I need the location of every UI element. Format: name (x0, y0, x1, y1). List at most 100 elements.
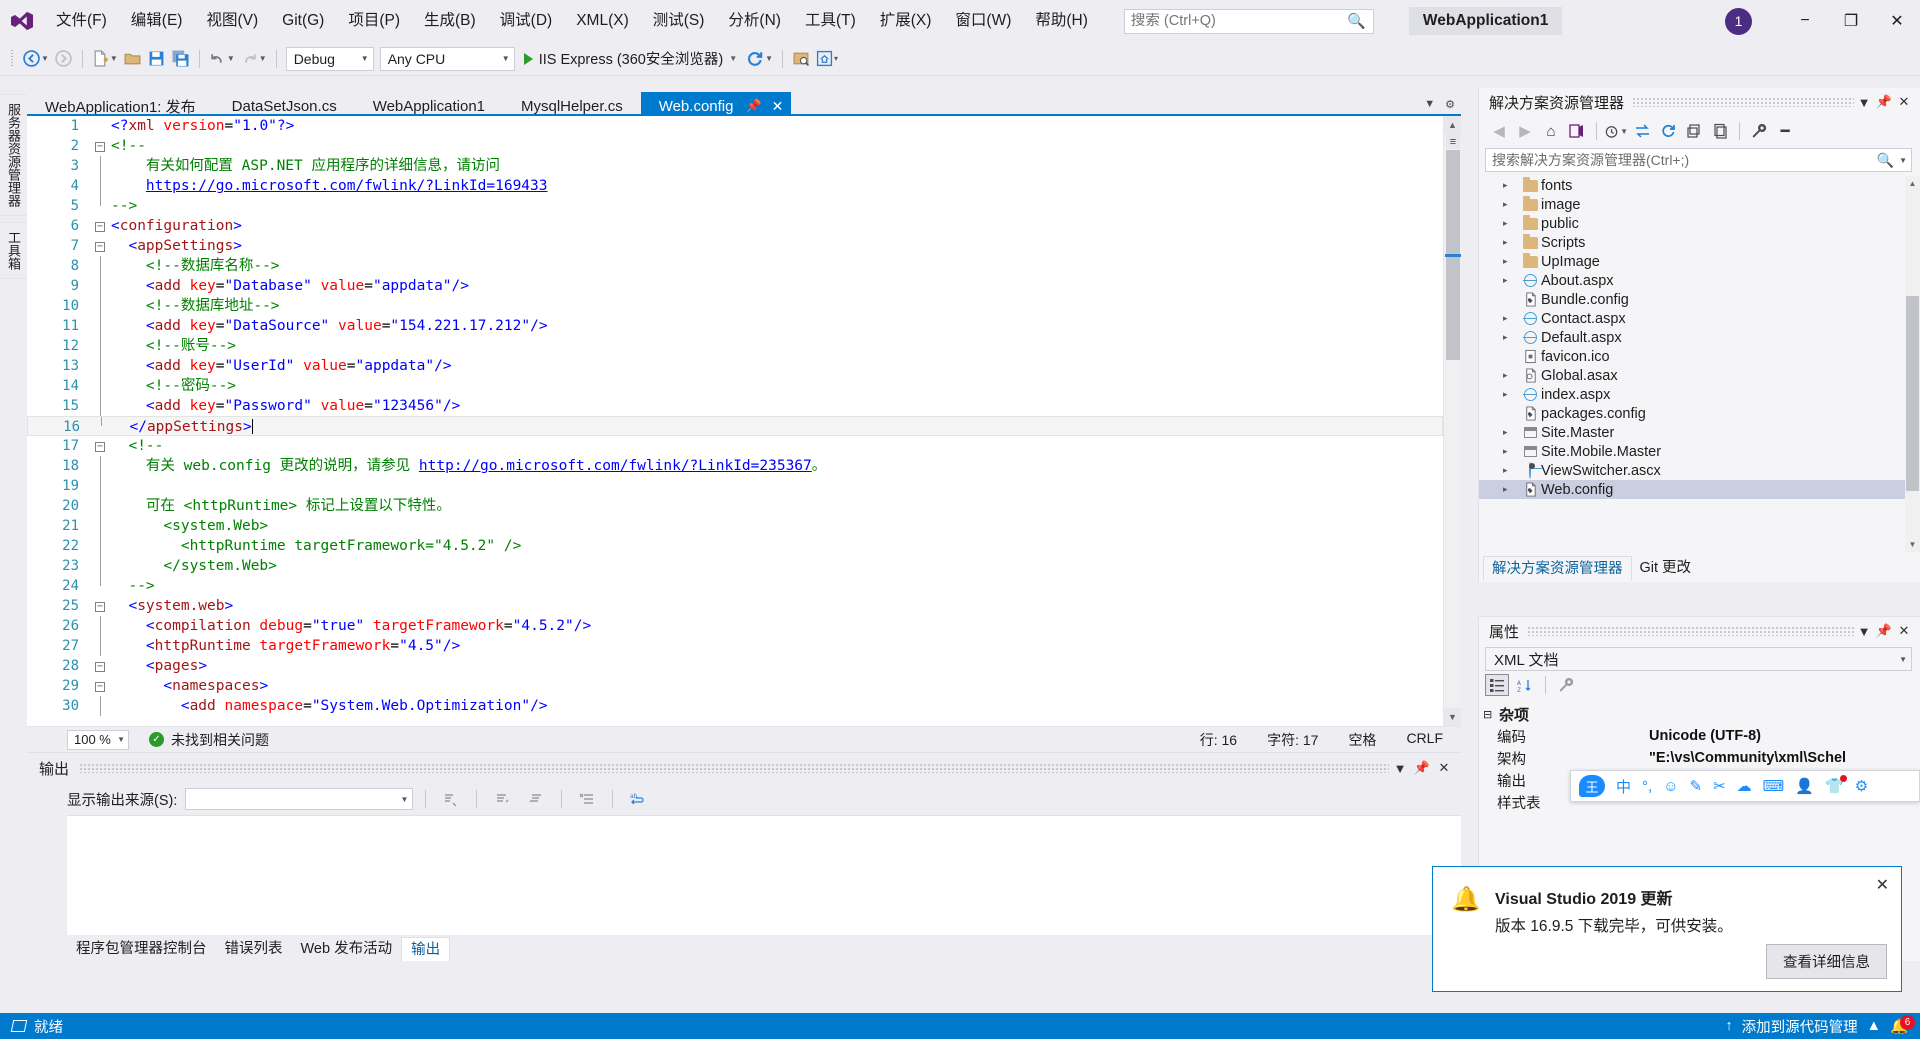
chevron-right-icon[interactable]: ▸ (1503, 332, 1519, 343)
tree-item-site-mobile-master[interactable]: ▸Site.Mobile.Master (1479, 442, 1920, 461)
menu-xml[interactable]: XML(X) (564, 0, 641, 42)
fold-collapse-icon[interactable]: − (89, 236, 111, 256)
undo-icon[interactable]: ▼ (206, 46, 238, 72)
scrollbar-options-icon[interactable]: ≡ (1446, 134, 1460, 149)
chevron-down-icon[interactable]: ▼ (1389, 761, 1411, 776)
code-line[interactable]: 10 <!--数据库地址--> (27, 296, 1443, 316)
close-icon[interactable]: ✕ (772, 98, 784, 115)
preview-selected-items-icon[interactable]: ━ (1773, 119, 1797, 143)
property-pages-wrench-icon[interactable] (1554, 674, 1578, 696)
code-line[interactable]: 4 https://go.microsoft.com/fwlink/?LinkI… (27, 176, 1443, 196)
code-line[interactable]: 29− <namespaces> (27, 676, 1443, 696)
sidebar-tab-toolbox[interactable]: 工具箱 (0, 222, 28, 279)
code-editor[interactable]: 1<?xml version="1.0"?>2−<!--3 有关如何配置 ASP… (27, 114, 1461, 726)
tree-item-global-asax[interactable]: ▸Global.asax (1479, 366, 1920, 385)
tree-item-bundle-config[interactable]: Bundle.config (1479, 290, 1920, 309)
solution-view-icon[interactable] (1565, 119, 1589, 143)
menu-build[interactable]: 生成(B) (412, 0, 488, 42)
dock-tab-solution-explorer[interactable]: 解决方案资源管理器 (1483, 556, 1632, 581)
save-all-icon[interactable] (169, 46, 193, 72)
property-row[interactable]: 编码Unicode (UTF-8) (1479, 725, 1920, 747)
close-icon[interactable]: ✕ (1433, 760, 1455, 776)
chevron-right-icon[interactable]: ▸ (1503, 199, 1519, 210)
menu-project[interactable]: 项目(P) (336, 0, 412, 42)
code-line[interactable]: 9 <add key="Database" value="appdata"/> (27, 276, 1443, 296)
collapse-icon[interactable]: ⊟ (1483, 708, 1499, 721)
tree-item-about-aspx[interactable]: ▸About.aspx (1479, 271, 1920, 290)
editor-vertical-scrollbar[interactable]: ▲ ≡ ▼ (1443, 116, 1461, 726)
property-category-misc[interactable]: ⊟杂项 (1479, 703, 1920, 725)
code-line[interactable]: 20 可在 <httpRuntime> 标记上设置以下特性。 (27, 496, 1443, 516)
word-wrap-icon[interactable]: ab (625, 787, 651, 811)
code-line[interactable]: 16 </appSettings> (27, 416, 1443, 436)
notification-bell[interactable]: 🔔 6 (1890, 1018, 1908, 1035)
chevron-down-icon[interactable]: ▼ (1854, 92, 1874, 112)
quick-launch-search[interactable]: 🔍 (1124, 9, 1374, 34)
tree-item-image[interactable]: ▸image (1479, 195, 1920, 214)
output-text-area[interactable] (67, 815, 1461, 935)
code-line[interactable]: 21 <system.Web> (27, 516, 1443, 536)
close-icon[interactable]: ✕ (1894, 92, 1914, 112)
panel-drag-grip[interactable] (1632, 97, 1854, 107)
tree-item-site-master[interactable]: ▸Site.Master (1479, 423, 1920, 442)
code-line[interactable]: 13 <add key="UserId" value="appdata"/> (27, 356, 1443, 376)
code-line[interactable]: 2−<!-- (27, 136, 1443, 156)
restore-icon[interactable]: ❐ (1828, 0, 1874, 42)
toggle-output-icon[interactable] (523, 787, 549, 811)
home-box-icon[interactable]: ▾ (813, 46, 841, 72)
pin-icon[interactable]: 📌 (1874, 621, 1894, 641)
refresh-icon[interactable] (1656, 119, 1680, 143)
code-line[interactable]: 6−<configuration> (27, 216, 1443, 236)
bottom-tab-error-list[interactable]: 错误列表 (216, 937, 292, 961)
tree-item-packages-config[interactable]: packages.config (1479, 404, 1920, 423)
code-line[interactable]: 8 <!--数据库名称--> (27, 256, 1443, 276)
code-line[interactable]: 19 (27, 476, 1443, 496)
fold-collapse-icon[interactable]: − (89, 656, 111, 676)
chevron-down-icon[interactable]: ▼ (1424, 98, 1435, 110)
menu-view[interactable]: 视图(V) (194, 0, 270, 42)
collapse-all-icon[interactable] (1682, 119, 1706, 143)
keyboard-icon[interactable]: ⌨ (1763, 777, 1785, 795)
code-line[interactable]: 30 <add namespace="System.Web.Optimizati… (27, 696, 1443, 716)
chevron-right-icon[interactable]: ▸ (1503, 427, 1519, 438)
code-line[interactable]: 3 有关如何配置 ASP.NET 应用程序的详细信息，请访问 (27, 156, 1443, 176)
zoom-level-combo[interactable]: 100 % ▼ (67, 730, 129, 750)
code-line[interactable]: 18 有关 web.config 更改的说明，请参见 http://go.mic… (27, 456, 1443, 476)
categorized-view-icon[interactable] (1485, 674, 1509, 696)
pin-icon[interactable]: 📌 (1411, 760, 1433, 776)
output-source-combo[interactable]: ▼ (185, 788, 413, 810)
code-line[interactable]: 11 <add key="DataSource" value="154.221.… (27, 316, 1443, 336)
scroll-down-icon[interactable]: ▼ (1905, 537, 1920, 552)
property-row[interactable]: 架构"E:\vs\Community\xml\Schel (1479, 747, 1920, 769)
chinese-mode-icon[interactable]: 中 (1616, 776, 1631, 797)
search-input[interactable] (1131, 13, 1367, 29)
tree-item-scripts[interactable]: ▸Scripts (1479, 233, 1920, 252)
tree-item-viewswitcher-ascx[interactable]: ▸ViewSwitcher.ascx (1479, 461, 1920, 480)
ime-floating-toolbar[interactable]: 王 中 °, ☺ ✎ ✂ ☁ ⌨ 👤 👕 ⚙ (1570, 770, 1920, 802)
menu-extensions[interactable]: 扩展(X) (868, 0, 944, 42)
solution-tree[interactable]: ▸fonts▸image▸public▸Scripts▸UpImage▸Abou… (1479, 176, 1920, 552)
menu-tools[interactable]: 工具(T) (793, 0, 868, 42)
code-line[interactable]: 28− <pages> (27, 656, 1443, 676)
line-ending-indicator[interactable]: CRLF (1406, 730, 1443, 750)
dock-tab-git-changes[interactable]: Git 更改 (1632, 556, 1700, 581)
chevron-right-icon[interactable]: ▸ (1503, 180, 1519, 191)
fold-collapse-icon[interactable]: − (89, 136, 111, 156)
forward-icon[interactable]: ▶ (1513, 119, 1537, 143)
handwriting-icon[interactable]: ✎ (1690, 777, 1703, 795)
chevron-right-icon[interactable]: ▸ (1503, 370, 1519, 381)
menu-file[interactable]: 文件(F) (44, 0, 119, 42)
chevron-right-icon[interactable]: ▸ (1503, 446, 1519, 457)
tree-item-default-aspx[interactable]: ▸Default.aspx (1479, 328, 1920, 347)
punctuation-icon[interactable]: °, (1642, 778, 1652, 795)
code-line[interactable]: 7− <appSettings> (27, 236, 1443, 256)
open-folder-icon[interactable] (121, 46, 145, 72)
find-message-icon[interactable] (438, 787, 464, 811)
skin-icon[interactable]: 👕 (1825, 777, 1844, 795)
tree-item-public[interactable]: ▸public (1479, 214, 1920, 233)
fold-collapse-icon[interactable]: − (89, 596, 111, 616)
code-line[interactable]: 23 </system.Web> (27, 556, 1443, 576)
screenshot-scissors-icon[interactable]: ✂ (1713, 777, 1726, 795)
redo-icon[interactable]: ▼ (238, 46, 270, 72)
refresh-icon[interactable]: ▼ (743, 46, 776, 72)
